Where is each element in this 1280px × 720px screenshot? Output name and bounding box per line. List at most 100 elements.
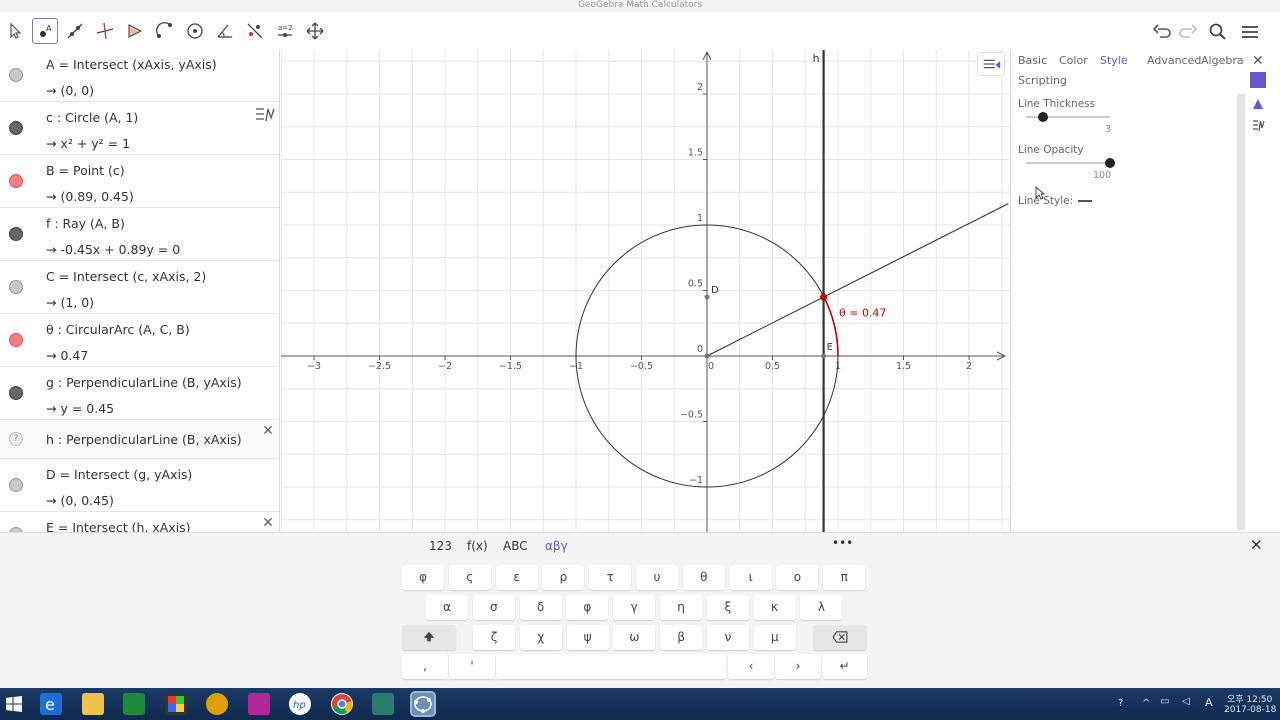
- tray-expand-icon[interactable]: ^: [1142, 698, 1150, 709]
- algebra-row[interactable]: θ : CircularArc (A, C, B) → 0.47: [0, 315, 279, 367]
- key-5[interactable]: τ: [589, 565, 632, 590]
- algebra-row[interactable]: c : Circle (A, 1) → x² + y² = 1: [0, 103, 279, 155]
- volume-icon[interactable]: ◁: [1182, 696, 1190, 707]
- algebra-row[interactable]: g : PerpendicularLine (B, yAxis) → y = 0…: [0, 368, 279, 420]
- move-tool-icon[interactable]: [2, 18, 28, 44]
- close-keyboard-icon[interactable]: ✕: [1250, 537, 1266, 553]
- close-icon[interactable]: ✕: [260, 515, 276, 531]
- keyboard-tab-greek[interactable]: αβγ: [545, 539, 568, 553]
- key-1[interactable]: φ: [402, 565, 444, 590]
- move-graphics-view-tool-icon[interactable]: [302, 18, 328, 44]
- key-8[interactable]: ι: [729, 565, 772, 590]
- redo-icon[interactable]: [1176, 20, 1200, 44]
- point-tool-icon[interactable]: A: [32, 18, 58, 44]
- key-row2-6[interactable]: η: [660, 595, 702, 620]
- polygon-tool-icon[interactable]: [122, 18, 148, 44]
- reflect-tool-icon[interactable]: [242, 18, 268, 44]
- enter-key[interactable]: ↵: [822, 654, 867, 679]
- comma-key[interactable]: ,: [402, 654, 448, 679]
- algebra-row[interactable]: f : Ray (A, B) → -0.45x + 0.89y = 0: [0, 209, 279, 261]
- visibility-toggle[interactable]: [9, 227, 23, 241]
- app-purple-icon[interactable]: [248, 693, 270, 715]
- geogebra-taskbar-icon[interactable]: [410, 691, 436, 717]
- key-row3-2[interactable]: χ: [519, 625, 562, 650]
- visibility-toggle[interactable]: [9, 174, 23, 188]
- line-opacity-slider[interactable]: [1026, 162, 1110, 164]
- line-opacity-slider-knob[interactable]: [1105, 158, 1115, 168]
- algebra-menu-icon[interactable]: [254, 106, 276, 124]
- key-row2-1[interactable]: α: [426, 595, 468, 620]
- key-7[interactable]: θ: [682, 565, 725, 590]
- algebra-row[interactable]: C = Intersect (c, xAxis, 2) → (1, 0): [0, 262, 279, 314]
- arrow-right-key[interactable]: ›: [775, 654, 821, 679]
- tab-algebra[interactable]: Algebra: [1201, 54, 1244, 67]
- angle-tool-icon[interactable]: [212, 18, 238, 44]
- key-4[interactable]: ρ: [542, 565, 585, 590]
- perpendicular-line-tool-icon[interactable]: [92, 18, 118, 44]
- tab-color[interactable]: Color: [1059, 54, 1088, 67]
- internet-explorer-icon[interactable]: e: [40, 693, 62, 715]
- network-icon[interactable]: ▭: [1160, 696, 1169, 707]
- undo-icon[interactable]: [1150, 20, 1174, 44]
- graphics-3d-icon[interactable]: [1251, 96, 1265, 110]
- key-row2-8[interactable]: κ: [753, 595, 796, 620]
- key-row3-7[interactable]: μ: [753, 625, 796, 650]
- close-icon[interactable]: ✕: [260, 423, 276, 439]
- app-teal-icon[interactable]: [372, 693, 394, 715]
- hp-icon[interactable]: hp: [289, 693, 311, 715]
- close-properties-icon[interactable]: ✕: [1252, 54, 1268, 70]
- app-yellow-circle-icon[interactable]: [206, 693, 228, 715]
- apostrophe-key[interactable]: ': [449, 654, 495, 679]
- app-colorful-icon[interactable]: [165, 693, 187, 715]
- line-style-dropdown[interactable]: [1075, 194, 1095, 208]
- key-row3-6[interactable]: ν: [707, 625, 749, 650]
- slider-tool-icon[interactable]: a=2: [272, 18, 298, 44]
- key-9[interactable]: ο: [776, 565, 819, 590]
- search-icon[interactable]: [1206, 20, 1230, 44]
- tab-scripting[interactable]: Scripting: [1018, 74, 1067, 87]
- key-row2-9[interactable]: λ: [800, 595, 843, 620]
- key-row3-1[interactable]: ζ: [473, 625, 515, 650]
- algebra-row[interactable]: B = Point (c) → (0.89, 0.45): [0, 156, 279, 208]
- keyboard-tab-numbers[interactable]: 123: [429, 539, 452, 553]
- key-row3-4[interactable]: ω: [613, 625, 656, 650]
- backspace-key[interactable]: [813, 625, 867, 650]
- chrome-icon[interactable]: [331, 693, 353, 715]
- key-row2-2[interactable]: σ: [472, 595, 515, 620]
- key-row3-3[interactable]: ψ: [566, 625, 609, 650]
- tab-style[interactable]: Style: [1100, 54, 1128, 67]
- graphics-style-bar-icon[interactable]: [977, 52, 1005, 76]
- visibility-toggle[interactable]: [9, 280, 23, 294]
- visibility-toggle[interactable]: [9, 333, 23, 347]
- arrow-left-key[interactable]: ‹: [728, 654, 774, 679]
- algebra-definition[interactable]: h : PerpendicularLine (B, xAxis): [46, 432, 242, 447]
- app-green-icon[interactable]: [123, 693, 145, 715]
- visibility-toggle[interactable]: [9, 478, 23, 492]
- line-thickness-slider-knob[interactable]: [1037, 112, 1048, 122]
- help-icon[interactable]: ?: [9, 432, 23, 446]
- key-3[interactable]: ε: [495, 565, 538, 590]
- menu-icon[interactable]: [1238, 20, 1262, 44]
- keyboard-tab-functions[interactable]: f(x): [467, 539, 488, 553]
- tab-advanced[interactable]: Advanced: [1147, 54, 1201, 67]
- graphics-view[interactable]: −3 −2.5 −2 −1.5 −1 −0.5 0 0.5 1 1.5 2 2 1.5 1 0.5 0 −0.5…: [281, 50, 1010, 532]
- shift-key[interactable]: [402, 625, 456, 650]
- circle-with-center-tool-icon[interactable]: [152, 18, 178, 44]
- windows-start-icon[interactable]: [6, 696, 22, 712]
- properties-scrollbar[interactable]: [1237, 94, 1245, 530]
- key-6[interactable]: υ: [636, 565, 678, 590]
- clock-date[interactable]: 2017-08-18: [1224, 705, 1276, 715]
- keyboard-more-icon[interactable]: •••: [832, 536, 853, 550]
- key-row2-4[interactable]: φ: [566, 595, 609, 620]
- key-row2-7[interactable]: ξ: [706, 595, 749, 620]
- key-10[interactable]: π: [823, 565, 866, 590]
- line-tool-icon[interactable]: [62, 18, 88, 44]
- keyboard-tab-abc[interactable]: ABC: [503, 539, 528, 553]
- visibility-toggle[interactable]: [9, 121, 23, 135]
- visibility-toggle[interactable]: [9, 68, 23, 82]
- circle-tool-icon[interactable]: [182, 18, 208, 44]
- key-2[interactable]: ς: [448, 565, 491, 590]
- key-row3-5[interactable]: β: [660, 625, 703, 650]
- input-method-indicator[interactable]: A: [1205, 696, 1213, 709]
- key-row2-5[interactable]: γ: [613, 595, 656, 620]
